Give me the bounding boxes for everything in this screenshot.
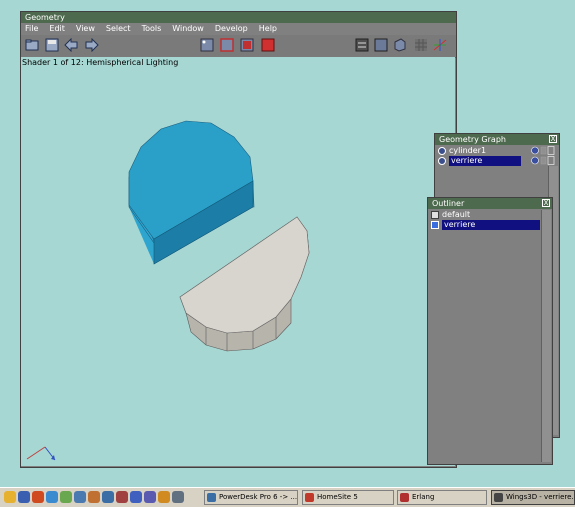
quicklaunch-icon[interactable]: [46, 491, 58, 503]
item-label: verriere: [442, 220, 540, 230]
open-folder-icon[interactable]: [25, 38, 39, 52]
quicklaunch-icon[interactable]: [18, 491, 30, 503]
quicklaunch-icon[interactable]: [74, 491, 86, 503]
object-icon: [438, 147, 446, 155]
menu-window[interactable]: Window: [168, 23, 211, 35]
app-icon: [494, 493, 503, 502]
eye-lock-icon[interactable]: [531, 146, 555, 155]
quicklaunch-icon[interactable]: [116, 491, 128, 503]
list-item[interactable]: cylinder1: [437, 146, 557, 156]
list-item[interactable]: verriere: [430, 220, 540, 230]
geometry-window[interactable]: Geometry File Edit View Select Tools Window De…: [20, 11, 457, 468]
axis-gizmo-icon: [26, 446, 56, 461]
menu-bar: File Edit View Select Tools Window Develop Help: [21, 23, 456, 35]
app-icon: [305, 493, 314, 502]
quicklaunch-icon[interactable]: [4, 491, 16, 503]
quicklaunch-icon[interactable]: [144, 491, 156, 503]
menu-view[interactable]: View: [72, 23, 102, 35]
taskbar: PowerDesk Pro 6 -> ... HomeSite 5 Erlang…: [0, 487, 575, 507]
taskbar-button-erlang[interactable]: Erlang: [397, 490, 487, 505]
taskbar-button-powerdesk[interactable]: PowerDesk Pro 6 -> ...: [204, 490, 298, 505]
outliner-panel[interactable]: Outliner X default verriere: [427, 197, 553, 465]
geometry-window-title[interactable]: Geometry: [21, 12, 456, 23]
geometry-graph-title[interactable]: Geometry Graph: [435, 134, 559, 145]
smooth-shading-icon[interactable]: [374, 38, 388, 52]
item-label: cylinder1: [449, 146, 487, 155]
quicklaunch-icon[interactable]: [88, 491, 100, 503]
axes-icon[interactable]: [433, 38, 447, 52]
toolbar: [21, 35, 456, 58]
redo-arrow-icon[interactable]: [85, 38, 99, 52]
vertex-mode-icon[interactable]: [200, 38, 214, 52]
task-label: PowerDesk Pro 6 -> ...: [219, 493, 298, 501]
material-icon: [431, 211, 439, 219]
taskbar-button-wings3d[interactable]: Wings3D - verriere.wi...: [491, 490, 575, 505]
blue-half-cylinder[interactable]: [128, 120, 255, 265]
menu-tools[interactable]: Tools: [138, 23, 169, 35]
body-mode-icon[interactable]: [261, 38, 275, 52]
menu-develop[interactable]: Develop: [211, 23, 255, 35]
wireframe-toggle-icon[interactable]: [355, 38, 369, 52]
perspective-icon[interactable]: [393, 38, 407, 52]
menu-edit[interactable]: Edit: [45, 23, 72, 35]
task-label: Wings3D - verriere.wi...: [506, 493, 574, 501]
close-icon[interactable]: X: [549, 135, 557, 143]
item-label: default: [442, 210, 471, 219]
ground-grid-icon[interactable]: [414, 38, 428, 52]
close-icon[interactable]: X: [542, 199, 550, 207]
item-label: verriere: [449, 156, 521, 166]
object-icon: [438, 157, 446, 165]
menu-file[interactable]: File: [21, 23, 45, 35]
scrollbar[interactable]: [541, 210, 551, 462]
app-icon: [400, 493, 409, 502]
3d-viewport[interactable]: Shader 1 of 12: Hemispherical Lighting: [21, 57, 455, 466]
outliner-title[interactable]: Outliner: [428, 198, 552, 209]
quicklaunch-icon[interactable]: [60, 491, 72, 503]
task-label: HomeSite 5: [317, 493, 358, 501]
save-icon[interactable]: [45, 38, 59, 52]
quicklaunch-icon[interactable]: [130, 491, 142, 503]
quicklaunch-icon[interactable]: [32, 491, 44, 503]
menu-help[interactable]: Help: [255, 23, 284, 35]
scene-canvas[interactable]: [21, 57, 457, 467]
app-icon: [207, 493, 216, 502]
quicklaunch-icon[interactable]: [158, 491, 170, 503]
eye-lock-icon[interactable]: [531, 156, 555, 165]
face-mode-icon[interactable]: [240, 38, 254, 52]
taskbar-button-homesite[interactable]: HomeSite 5: [302, 490, 394, 505]
material-icon: [431, 221, 439, 229]
quicklaunch-icon[interactable]: [172, 491, 184, 503]
list-item[interactable]: verriere: [437, 156, 557, 166]
list-item[interactable]: default: [430, 210, 540, 220]
quicklaunch-icon[interactable]: [102, 491, 114, 503]
undo-arrow-icon[interactable]: [64, 38, 78, 52]
task-label: Erlang: [412, 493, 435, 501]
edge-mode-icon[interactable]: [220, 38, 234, 52]
menu-select[interactable]: Select: [102, 23, 138, 35]
